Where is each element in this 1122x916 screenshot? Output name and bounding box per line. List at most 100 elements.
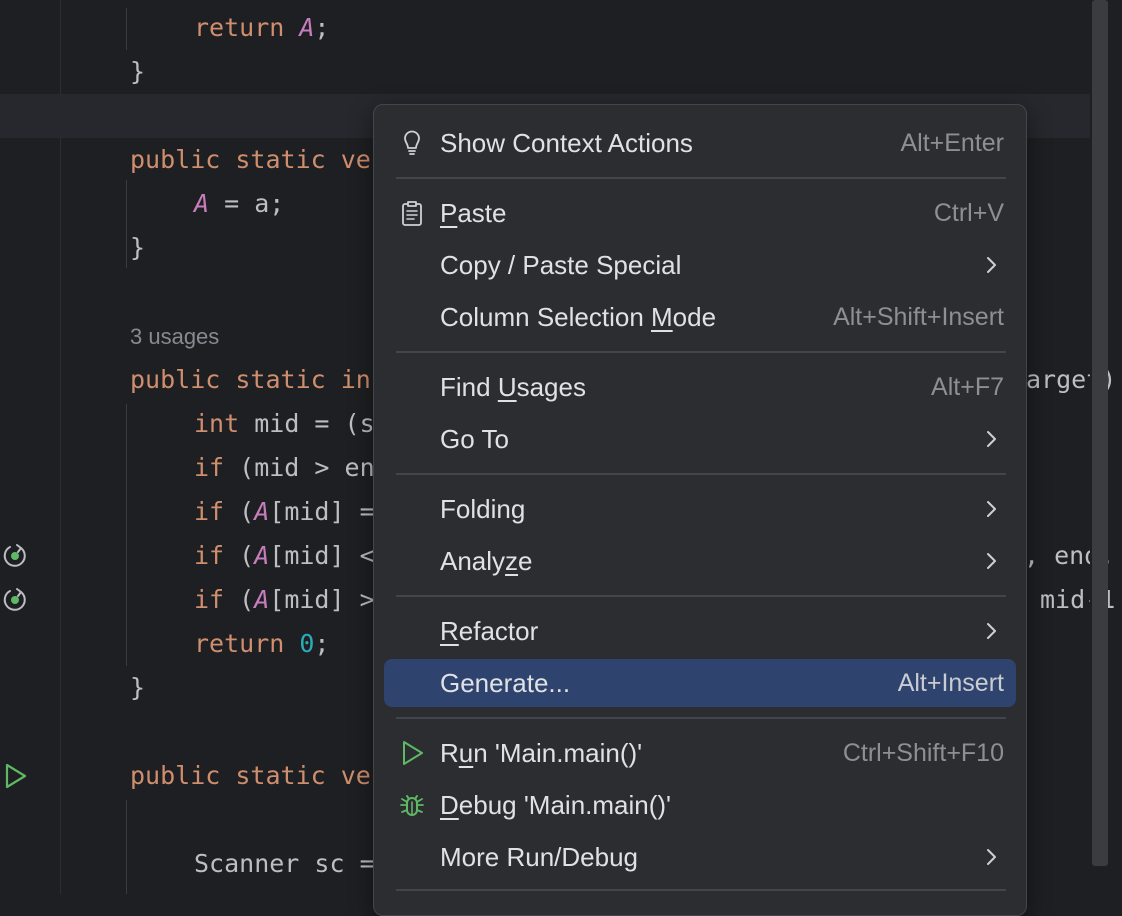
code-line: }: [130, 666, 145, 710]
menu-separator: [396, 473, 1006, 475]
chevron-right-icon: [986, 255, 998, 275]
code-line: int mid = (s: [194, 402, 375, 446]
code-token: A: [194, 189, 210, 218]
code-token: A: [254, 497, 270, 526]
menu-separator: [396, 889, 1006, 891]
menu-item-label: Debug 'Main.main()': [440, 790, 672, 820]
run-icon: [398, 739, 426, 767]
chevron-right-icon: [986, 551, 998, 571]
menu-item-label: Analyze: [440, 546, 533, 576]
recursive-call-icon[interactable]: [1, 585, 29, 613]
code-token: return: [194, 13, 300, 42]
code-line: public static ve: [130, 138, 371, 182]
menu-item-paste[interactable]: Paste Ctrl+V: [384, 189, 1016, 237]
menu-item-shortcut: Alt+Insert: [897, 669, 1004, 697]
code-token: return: [194, 629, 300, 658]
menu-item-label: Generate...: [440, 668, 571, 698]
menu-item-label: Show Context Actions: [440, 128, 693, 158]
code-line: if (A[mid] >: [194, 578, 375, 622]
menu-item-label: Run 'Main.main()': [440, 738, 643, 768]
code-token: ;: [314, 13, 345, 42]
menu-item-find-usages[interactable]: Find Usages Alt+F7: [384, 363, 1016, 411]
clipboard-icon: [398, 199, 426, 227]
code-token: mid = (s: [254, 409, 375, 438]
code-token: public: [130, 761, 236, 790]
menu-item-show-context-actions[interactable]: Show Context Actions Alt+Enter: [384, 119, 1016, 167]
code-line: public static in: [130, 358, 371, 402]
code-token: (: [239, 585, 255, 614]
indent-guide: [126, 180, 127, 268]
recursive-call-icon[interactable]: [1, 541, 29, 569]
indent-guide: [126, 404, 127, 666]
code-line: return A;: [194, 6, 345, 50]
code-line: }: [130, 50, 145, 94]
code-token: in: [340, 365, 371, 394]
code-token: A: [254, 541, 270, 570]
indent-guide: [126, 800, 127, 894]
code-token: static: [235, 145, 341, 174]
debug-icon: [398, 791, 426, 819]
lightbulb-icon: [398, 129, 426, 157]
code-token: [mid] >: [269, 585, 375, 614]
code-token: if: [194, 453, 240, 482]
menu-item-label: Copy / Paste Special: [440, 250, 682, 280]
menu-item-label: Go To: [440, 424, 509, 454]
menu-item-label: Refactor: [440, 616, 539, 646]
code-token: }: [130, 233, 146, 262]
menu-item-label: Column Selection Mode: [440, 302, 717, 332]
menu-item-analyze[interactable]: Analyze: [384, 537, 1016, 585]
code-token: if: [194, 497, 240, 526]
code-token: public: [130, 365, 236, 394]
code-token: if: [194, 541, 240, 570]
usages-hint[interactable]: 3 usages: [130, 314, 219, 358]
code-token: (: [239, 541, 255, 570]
menu-item-shortcut: Alt+Shift+Insert: [833, 303, 1004, 331]
menu-item-column-selection-mode[interactable]: Column Selection Mode Alt+Shift+Insert: [384, 293, 1016, 341]
chevron-right-icon: [986, 499, 998, 519]
code-line: public static ve: [130, 754, 371, 798]
code-line: A = a;: [194, 182, 284, 226]
menu-item-more-run-debug[interactable]: More Run/Debug: [384, 833, 1016, 881]
code-token: ;: [314, 629, 330, 658]
code-token: (: [239, 497, 255, 526]
menu-item-folding[interactable]: Folding: [384, 485, 1016, 533]
menu-item-generate[interactable]: Generate... Alt+Insert: [384, 659, 1016, 707]
vertical-scrollbar-thumb[interactable]: [1092, 0, 1108, 866]
menu-item-shortcut: Alt+Enter: [900, 129, 1004, 157]
chevron-right-icon: [986, 621, 998, 641]
menu-item-refactor[interactable]: Refactor: [384, 607, 1016, 655]
code-line: Scanner sc =: [194, 842, 375, 886]
code-token: (mid > en: [239, 453, 375, 482]
menu-separator: [396, 717, 1006, 719]
code-line: }: [130, 226, 145, 270]
code-token: static: [235, 761, 341, 790]
code-token: [mid] =: [269, 497, 375, 526]
code-line: if (A[mid] =: [194, 490, 375, 534]
run-icon[interactable]: [1, 762, 29, 790]
code-token: }: [130, 673, 146, 702]
code-token: [mid] <: [269, 541, 375, 570]
usages-hint-text[interactable]: 3 usages: [130, 324, 219, 349]
menu-item-shortcut: Ctrl+Shift+F10: [842, 739, 1004, 767]
menu-item-debug-main-main[interactable]: Debug 'Main.main()': [384, 781, 1016, 829]
code-token: 0: [299, 629, 315, 658]
menu-item-go-to[interactable]: Go To: [384, 415, 1016, 463]
code-line: return 0;: [194, 622, 329, 666]
menu-item-shortcut: Ctrl+V: [933, 199, 1004, 227]
code-line: if (A[mid] <: [194, 534, 375, 578]
menu-item-run-main-main[interactable]: Run 'Main.main()' Ctrl+Shift+F10: [384, 729, 1016, 777]
code-token: public: [130, 145, 236, 174]
code-token: if: [194, 585, 240, 614]
chevron-right-icon: [986, 847, 998, 867]
editor-context-menu: Show Context Actions Alt+Enter Paste Ctrl+V…: [373, 104, 1027, 916]
menu-item-label: More Run/Debug: [440, 842, 638, 872]
code-token: static: [235, 365, 341, 394]
code-token: int: [194, 409, 255, 438]
chevron-right-icon: [986, 429, 998, 449]
menu-item-label: Find Usages: [440, 372, 586, 402]
menu-item-copy-paste-special[interactable]: Copy / Paste Special: [384, 241, 1016, 289]
code-token: A: [299, 13, 315, 42]
indent-guide: [126, 8, 127, 50]
code-token: Scanner sc =: [194, 849, 375, 878]
menu-separator: [396, 177, 1006, 179]
